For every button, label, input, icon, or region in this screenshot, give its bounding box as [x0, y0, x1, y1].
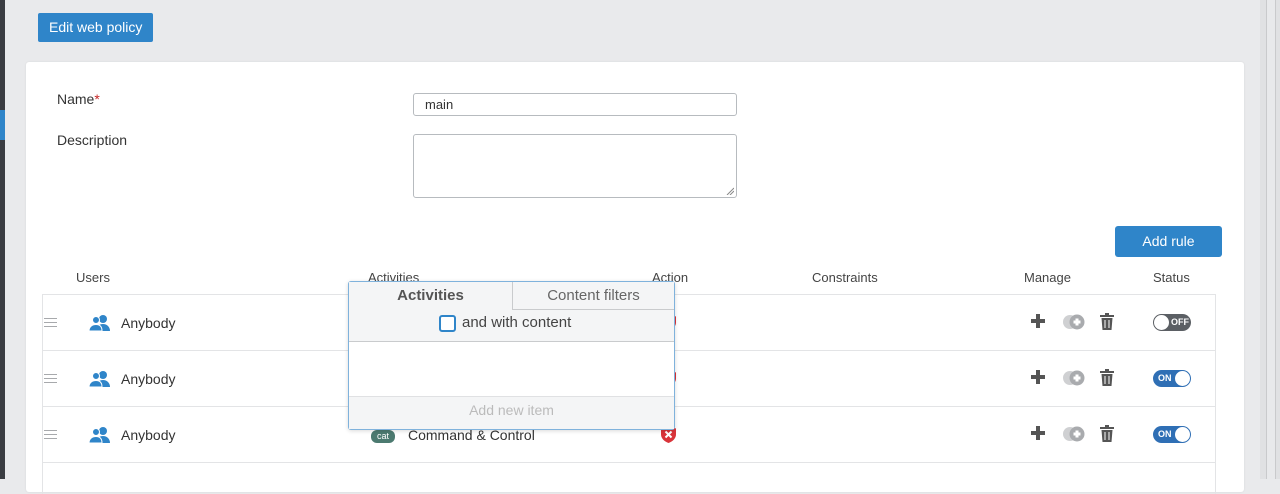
row-user: Anybody — [121, 315, 176, 331]
tab-activities[interactable]: Activities — [349, 282, 512, 310]
toggle-state: ON — [1158, 429, 1172, 439]
header-manage: Manage — [1024, 270, 1071, 285]
trash-icon[interactable] — [1100, 369, 1114, 386]
header-users: Users — [76, 270, 110, 285]
scrollbar-thumb[interactable] — [1266, 0, 1276, 479]
drag-handle-icon[interactable] — [44, 430, 57, 439]
name-input[interactable]: main — [413, 93, 737, 116]
plus-icon[interactable] — [1031, 426, 1045, 440]
content-option-row: and with content — [349, 310, 674, 342]
row-user: Anybody — [121, 427, 176, 443]
duplicate-icon[interactable] — [1062, 370, 1086, 386]
users-icon — [89, 371, 110, 388]
drag-handle-icon[interactable] — [44, 318, 57, 327]
trash-icon[interactable] — [1100, 313, 1114, 330]
status-toggle[interactable]: ON — [1153, 426, 1191, 443]
status-toggle[interactable]: OFF — [1153, 314, 1191, 331]
activity-items-list — [349, 342, 674, 396]
background-app-highlight — [0, 110, 5, 140]
users-icon — [89, 427, 110, 444]
add-rule-button[interactable]: Add rule — [1115, 226, 1222, 257]
name-label-text: Name — [57, 91, 95, 107]
trash-icon[interactable] — [1100, 425, 1114, 442]
duplicate-icon[interactable] — [1062, 314, 1086, 330]
popup-tabs: Activities Content filters — [349, 282, 674, 310]
row-user: Anybody — [121, 371, 176, 387]
with-content-checkbox[interactable] — [439, 315, 456, 332]
toggle-state: ON — [1158, 373, 1172, 383]
header-constraints: Constraints — [812, 270, 878, 285]
plus-icon[interactable] — [1031, 314, 1045, 328]
status-toggle[interactable]: ON — [1153, 370, 1191, 387]
description-textarea[interactable] — [413, 134, 737, 198]
toggle-state: OFF — [1171, 317, 1189, 327]
name-label: Name* — [57, 91, 100, 107]
activities-popup: Activities Content filters and with cont… — [348, 281, 675, 430]
category-badge: cat — [371, 430, 396, 443]
background-app-strip — [0, 0, 5, 479]
with-content-label[interactable]: and with content — [462, 314, 571, 331]
users-icon — [89, 315, 110, 332]
scrollbar[interactable] — [1260, 0, 1280, 479]
resize-handle-icon[interactable] — [726, 187, 734, 195]
toggle-knob — [1175, 371, 1190, 386]
drag-handle-icon[interactable] — [44, 374, 57, 383]
header-status: Status — [1153, 270, 1190, 285]
duplicate-icon[interactable] — [1062, 426, 1086, 442]
toggle-knob — [1154, 315, 1169, 330]
tab-content-filters[interactable]: Content filters — [512, 282, 674, 310]
dialog-title: Edit web policy — [38, 13, 154, 42]
plus-icon[interactable] — [1031, 370, 1045, 384]
description-label: Description — [57, 132, 128, 148]
add-new-item-input[interactable]: Add new item — [349, 396, 674, 429]
toggle-knob — [1175, 427, 1190, 442]
required-mark: * — [94, 91, 100, 107]
